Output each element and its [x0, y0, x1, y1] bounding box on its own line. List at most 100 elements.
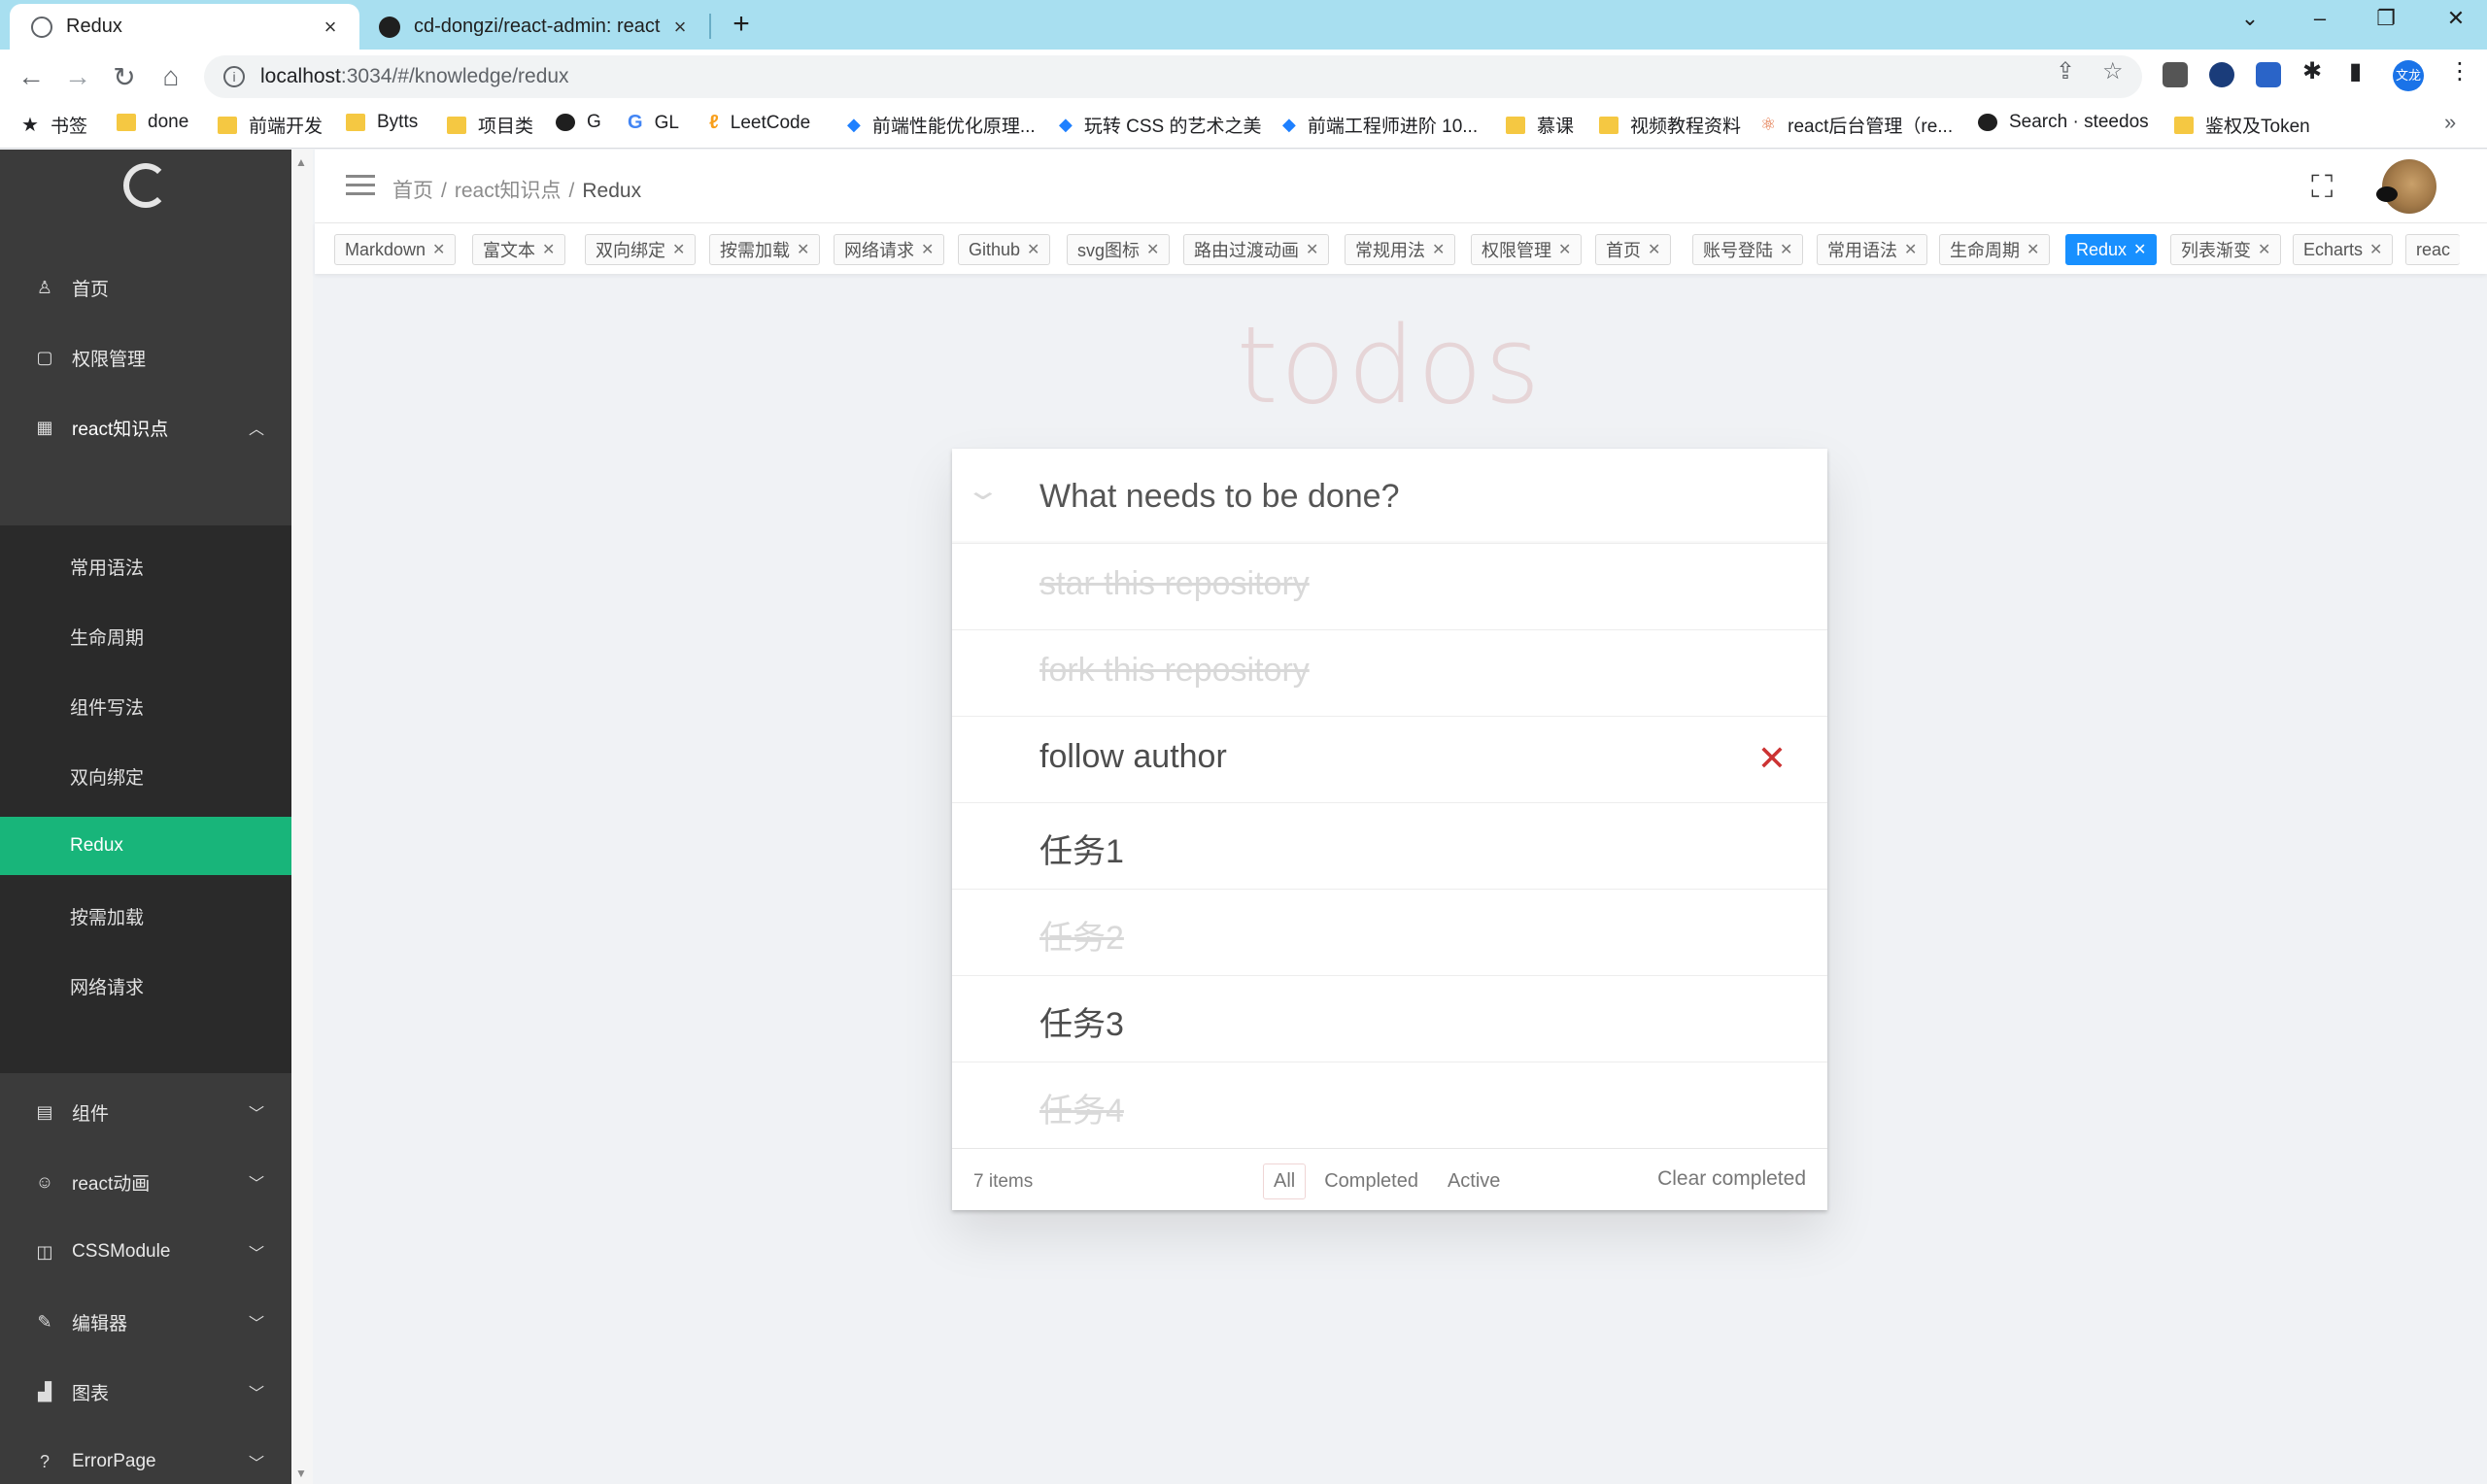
close-icon[interactable]: ✕: [921, 240, 934, 259]
todo-label[interactable]: fork this repository: [1039, 652, 1310, 690]
tag[interactable]: 权限管理 ✕: [1471, 234, 1583, 265]
tag[interactable]: 路由过渡动画 ✕: [1183, 234, 1330, 265]
menu-kebab-icon[interactable]: ⋮: [2448, 57, 2471, 85]
close-icon[interactable]: ✕: [542, 240, 555, 259]
tag[interactable]: 首页 ✕: [1595, 234, 1672, 265]
tag[interactable]: Echarts ✕: [2293, 234, 2394, 265]
bookmark-item[interactable]: ◆ 玩转 CSS 的艺术之美: [1059, 112, 1261, 138]
sub-item[interactable]: 按需加载: [0, 887, 291, 945]
close-icon[interactable]: ×: [668, 15, 692, 40]
bookmark-item[interactable]: ⚛ react后台管理（re...: [1760, 112, 1953, 138]
delete-icon[interactable]: ✕: [1757, 738, 1787, 779]
tag[interactable]: 网络请求 ✕: [834, 234, 945, 265]
site-info-icon[interactable]: i: [223, 66, 245, 87]
forward-icon[interactable]: →: [60, 61, 95, 92]
filter-completed[interactable]: Completed: [1313, 1164, 1429, 1199]
extensions-puzzle-icon[interactable]: ✱: [2302, 57, 2322, 85]
tag[interactable]: 双向绑定 ✕: [585, 234, 697, 265]
sidebar-item-permissions[interactable]: ▢ 权限管理: [0, 328, 291, 387]
tag[interactable]: reac: [2405, 234, 2461, 265]
clear-completed-button[interactable]: Clear completed: [1657, 1167, 1806, 1191]
tag[interactable]: 富文本 ✕: [472, 234, 566, 265]
todo-item[interactable]: 任务4: [952, 1062, 1827, 1149]
close-icon[interactable]: ✕: [2133, 240, 2146, 259]
toggle-all-chevron-icon[interactable]: ⌄: [965, 474, 1002, 506]
tag[interactable]: 生命周期 ✕: [1939, 234, 2051, 265]
filter-all[interactable]: All: [1263, 1164, 1307, 1199]
tag[interactable]: 常规用法 ✕: [1345, 234, 1456, 265]
bookmark-item[interactable]: 鉴权及Token: [2174, 112, 2310, 138]
close-window-button[interactable]: ✕: [2436, 6, 2475, 31]
close-icon[interactable]: ✕: [672, 240, 685, 259]
translate-extension-icon[interactable]: [2163, 62, 2188, 87]
new-todo-input[interactable]: [1039, 472, 1797, 521]
share-icon[interactable]: ⇪: [2056, 57, 2075, 85]
close-icon[interactable]: ✕: [2027, 240, 2039, 259]
tab-search-icon[interactable]: ⌄: [2231, 6, 2269, 31]
browser-tab-active[interactable]: Redux ×: [10, 4, 359, 50]
close-icon[interactable]: ×: [319, 15, 342, 40]
home-icon[interactable]: ⌂: [153, 61, 188, 92]
close-icon[interactable]: ✕: [432, 240, 445, 259]
restore-button[interactable]: ❐: [2367, 6, 2405, 31]
tag-active[interactable]: Redux ✕: [2065, 234, 2158, 265]
todo-item[interactable]: 任务3: [952, 976, 1827, 1062]
bookmark-item[interactable]: Bytts: [346, 112, 418, 133]
todo-item[interactable]: fork this repository: [952, 630, 1827, 717]
check-extension-icon[interactable]: [2209, 62, 2234, 87]
todo-item[interactable]: follow author ✕: [952, 717, 1827, 803]
sidebar-item-errorpage[interactable]: ? ErrorPage ﹀: [0, 1433, 291, 1484]
close-icon[interactable]: ✕: [1146, 240, 1159, 259]
bookmarks-overflow-icon[interactable]: »: [2444, 110, 2456, 135]
minimize-button[interactable]: –: [2300, 6, 2339, 31]
sub-item-active[interactable]: Redux: [0, 817, 291, 875]
bookmark-item[interactable]: Search · steedos: [1978, 112, 2149, 133]
sidebar-item-react-knowledge[interactable]: ▦ react知识点 ︿: [0, 398, 291, 456]
tag[interactable]: Markdown ✕: [334, 234, 457, 265]
todo-label[interactable]: 任务3: [1039, 997, 1124, 1045]
filter-active[interactable]: Active: [1437, 1164, 1511, 1199]
bookmark-item[interactable]: G GL: [628, 112, 679, 134]
sub-item[interactable]: 网络请求: [0, 957, 291, 1015]
browser-tab-inactive[interactable]: cd-dongzi/react-admin: react ×: [369, 4, 709, 50]
close-icon[interactable]: ✕: [1904, 240, 1917, 259]
bookmark-item[interactable]: 前端开发: [218, 112, 323, 138]
tag[interactable]: 常用语法 ✕: [1817, 234, 1928, 265]
todo-label[interactable]: 任务1: [1039, 825, 1124, 872]
close-icon[interactable]: ✕: [2258, 240, 2270, 259]
todo-item[interactable]: star this repository: [952, 544, 1827, 630]
reload-icon[interactable]: ↻: [107, 61, 142, 93]
todo-item[interactable]: 任务2: [952, 890, 1827, 976]
bookmark-item[interactable]: ◆ 前端性能优化原理...: [847, 112, 1036, 138]
sub-item[interactable]: 组件写法: [0, 677, 291, 735]
fullscreen-icon[interactable]: ⛶: [2311, 169, 2333, 206]
sidebar-item-cssmodule[interactable]: ◫ CSSModule ﹀: [0, 1223, 291, 1281]
back-icon[interactable]: ←: [14, 61, 49, 92]
close-icon[interactable]: ✕: [1306, 240, 1318, 259]
todo-label[interactable]: star this repository: [1039, 565, 1310, 603]
bookmark-item[interactable]: ★ 书签: [21, 112, 87, 138]
tag[interactable]: 按需加载 ✕: [709, 234, 821, 265]
close-icon[interactable]: ✕: [1432, 240, 1445, 259]
menu-toggle-icon[interactable]: [346, 175, 375, 196]
breadcrumb-item[interactable]: react知识点: [455, 180, 562, 202]
new-tab-button[interactable]: +: [724, 8, 759, 41]
color-extension-icon[interactable]: [2256, 62, 2281, 87]
tag[interactable]: svg图标 ✕: [1067, 234, 1171, 265]
close-icon[interactable]: ✕: [2369, 240, 2382, 259]
bookmark-item[interactable]: done: [117, 112, 188, 133]
todo-label[interactable]: follow author: [1039, 738, 1227, 776]
close-icon[interactable]: ✕: [1648, 240, 1660, 259]
tag[interactable]: Github ✕: [958, 234, 1051, 265]
sidebar-item-charts[interactable]: ▟ 图表 ﹀: [0, 1363, 291, 1421]
app-logo-icon[interactable]: [123, 163, 168, 208]
bookmark-item[interactable]: ℓ LeetCode: [709, 112, 810, 134]
scroll-up-icon[interactable]: ▲: [295, 155, 307, 169]
tag[interactable]: 账号登陆 ✕: [1692, 234, 1804, 265]
sub-item[interactable]: 双向绑定: [0, 747, 291, 805]
bookmark-star-icon[interactable]: ☆: [2102, 57, 2124, 85]
close-icon[interactable]: ✕: [797, 240, 809, 259]
sub-item[interactable]: 常用语法: [0, 537, 291, 595]
address-bar[interactable]: i localhost :3034/#/knowledge/redux: [204, 55, 2142, 98]
todo-item[interactable]: 任务1: [952, 803, 1827, 890]
